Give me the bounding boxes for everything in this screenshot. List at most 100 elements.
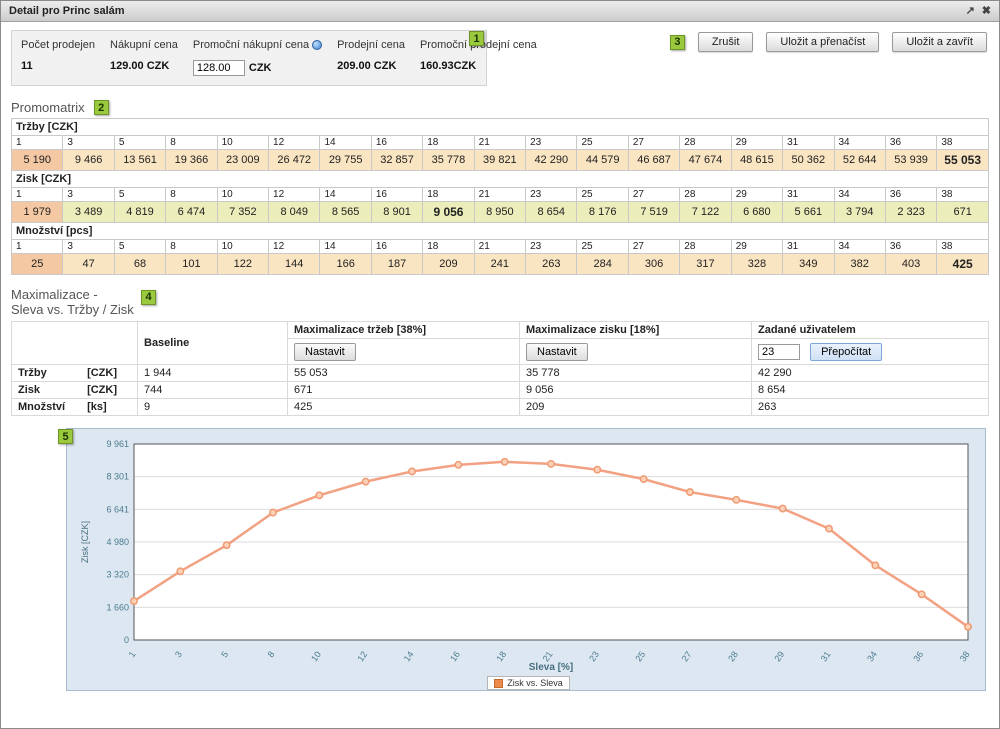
matrix-value-cell[interactable]: 29 755 (320, 150, 371, 171)
matrix-value-cell[interactable]: 241 (474, 254, 525, 275)
matrix-value-cell[interactable]: 26 472 (269, 150, 320, 171)
matrix-discount-header: 25 (577, 188, 628, 202)
matrix-value-cell[interactable]: 1 979 (12, 202, 63, 223)
matrix-value-cell[interactable]: 3 489 (63, 202, 114, 223)
matrix-value-cell[interactable]: 50 362 (783, 150, 834, 171)
matrix-value-cell[interactable]: 306 (628, 254, 679, 275)
matrix-value-cell[interactable]: 317 (680, 254, 731, 275)
matrix-value-cell[interactable]: 9 056 (423, 202, 474, 223)
matrix-value-cell[interactable]: 35 778 (423, 150, 474, 171)
matrix-value-cell[interactable]: 263 (526, 254, 577, 275)
chart-point (594, 467, 600, 473)
y-axis-tick: 8 301 (106, 472, 129, 482)
matrix-discount-header: 27 (628, 240, 679, 254)
matrix-value-cell[interactable]: 6 680 (731, 202, 782, 223)
matrix-value-cell[interactable]: 53 939 (885, 150, 936, 171)
promo-purchase-price-input[interactable] (193, 60, 245, 76)
matrix-value-cell[interactable]: 8 901 (371, 202, 422, 223)
x-axis-tick: 14 (402, 649, 416, 663)
matrix-discount-header: 1 (12, 188, 63, 202)
chart-point (918, 591, 924, 597)
matrix-value-cell[interactable]: 23 009 (217, 150, 268, 171)
matrix-value-cell[interactable]: 7 352 (217, 202, 268, 223)
restore-icon[interactable]: ↗ (966, 6, 975, 17)
matrix-value-cell[interactable]: 52 644 (834, 150, 885, 171)
matrix-discount-header: 14 (320, 240, 371, 254)
close-icon[interactable]: ✖ (982, 6, 991, 17)
matrix-value-cell[interactable]: 8 654 (526, 202, 577, 223)
matrix-value-cell[interactable]: 68 (114, 254, 165, 275)
save-close-button[interactable]: Uložit a zavřít (892, 32, 987, 52)
matrix-value-cell[interactable]: 42 290 (526, 150, 577, 171)
y-axis-tick: 3 320 (106, 570, 129, 580)
x-axis-tick: 29 (772, 649, 786, 663)
set-zisku-cell: Nastavit (520, 339, 752, 365)
matrix-value-cell[interactable]: 5 661 (783, 202, 834, 223)
matrix-discount-header: 8 (166, 136, 217, 150)
field-label: Nákupní cena (110, 39, 178, 51)
matrix-value-cell[interactable]: 328 (731, 254, 782, 275)
matrix-value-cell[interactable]: 8 950 (474, 202, 525, 223)
matrix-discount-header: 3 (63, 136, 114, 150)
chart-point (362, 478, 368, 484)
matrix-value-cell[interactable]: 382 (834, 254, 885, 275)
matrix-value-cell[interactable]: 3 794 (834, 202, 885, 223)
matrix-value-cell[interactable]: 19 366 (166, 150, 217, 171)
matrix-value-cell[interactable]: 25 (12, 254, 63, 275)
matrix-value-cell[interactable]: 403 (885, 254, 936, 275)
matrix-value-cell[interactable]: 47 (63, 254, 114, 275)
matrix-discount-header: 34 (834, 136, 885, 150)
maximize-title-line1: Maximalizace - (11, 287, 999, 302)
matrix-discount-header: 27 (628, 188, 679, 202)
matrix-value-cell[interactable]: 284 (577, 254, 628, 275)
detail-dialog-window: Detail pro Princ salám ↗ ✖ Počet prodeje… (0, 0, 1000, 729)
matrix-value-cell[interactable]: 425 (937, 254, 989, 275)
save-reload-button[interactable]: Uložit a přenačíst (766, 32, 879, 52)
matrix-value-cell[interactable]: 55 053 (937, 150, 989, 171)
x-axis-tick: 5 (219, 649, 230, 659)
matrix-value-cell[interactable]: 44 579 (577, 150, 628, 171)
matrix-value-cell[interactable]: 671 (937, 202, 989, 223)
recalculate-button[interactable]: Přepočítat (810, 343, 882, 361)
user-discount-input[interactable] (758, 344, 800, 360)
matrix-value-cell[interactable]: 32 857 (371, 150, 422, 171)
matrix-value-cell[interactable]: 7 519 (628, 202, 679, 223)
y-axis-tick: 9 961 (106, 439, 129, 449)
promomatrix-title: Promomatrix (11, 100, 85, 115)
matrix-value-cell[interactable]: 39 821 (474, 150, 525, 171)
matrix-value-cell[interactable]: 8 176 (577, 202, 628, 223)
set-zisku-button[interactable]: Nastavit (526, 343, 588, 361)
x-axis-tick: 10 (309, 649, 323, 663)
matrix-discount-header: 38 (937, 188, 989, 202)
matrix-value-cell[interactable]: 8 565 (320, 202, 371, 223)
promomatrix-table: Množství [pcs]13581012141618212325272829… (11, 222, 989, 275)
matrix-value-cell[interactable]: 101 (166, 254, 217, 275)
matrix-value-cell[interactable]: 187 (371, 254, 422, 275)
promomatrix-title-row: Promomatrix 2 (11, 100, 999, 115)
matrix-value-cell[interactable]: 6 474 (166, 202, 217, 223)
matrix-discount-header: 23 (526, 136, 577, 150)
matrix-value-cell[interactable]: 2 323 (885, 202, 936, 223)
matrix-value-cell[interactable]: 47 674 (680, 150, 731, 171)
cancel-button[interactable]: Zrušit (698, 32, 754, 52)
matrix-value-cell[interactable]: 7 122 (680, 202, 731, 223)
set-trzeb-button[interactable]: Nastavit (294, 343, 356, 361)
baseline-value: 744 (138, 382, 288, 399)
matrix-value-cell[interactable]: 209 (423, 254, 474, 275)
matrix-value-cell[interactable]: 13 561 (114, 150, 165, 171)
matrix-value-cell[interactable]: 122 (217, 254, 268, 275)
matrix-value-cell[interactable]: 9 466 (63, 150, 114, 171)
chart-legend: Zisk vs. Sleva (72, 676, 985, 690)
matrix-value-cell[interactable]: 144 (269, 254, 320, 275)
matrix-value-cell[interactable]: 48 615 (731, 150, 782, 171)
baseline-value: 9 (138, 399, 288, 416)
matrix-value-cell[interactable]: 4 819 (114, 202, 165, 223)
matrix-value-cell[interactable]: 46 687 (628, 150, 679, 171)
matrix-value-cell[interactable]: 349 (783, 254, 834, 275)
x-axis-label: Sleva [%] (529, 662, 573, 673)
matrix-value-cell[interactable]: 8 049 (269, 202, 320, 223)
matrix-value-cell[interactable]: 5 190 (12, 150, 63, 171)
row-label-cell: Množství [ks] (12, 399, 138, 416)
y-axis-tick: 6 641 (106, 504, 129, 514)
matrix-value-cell[interactable]: 166 (320, 254, 371, 275)
